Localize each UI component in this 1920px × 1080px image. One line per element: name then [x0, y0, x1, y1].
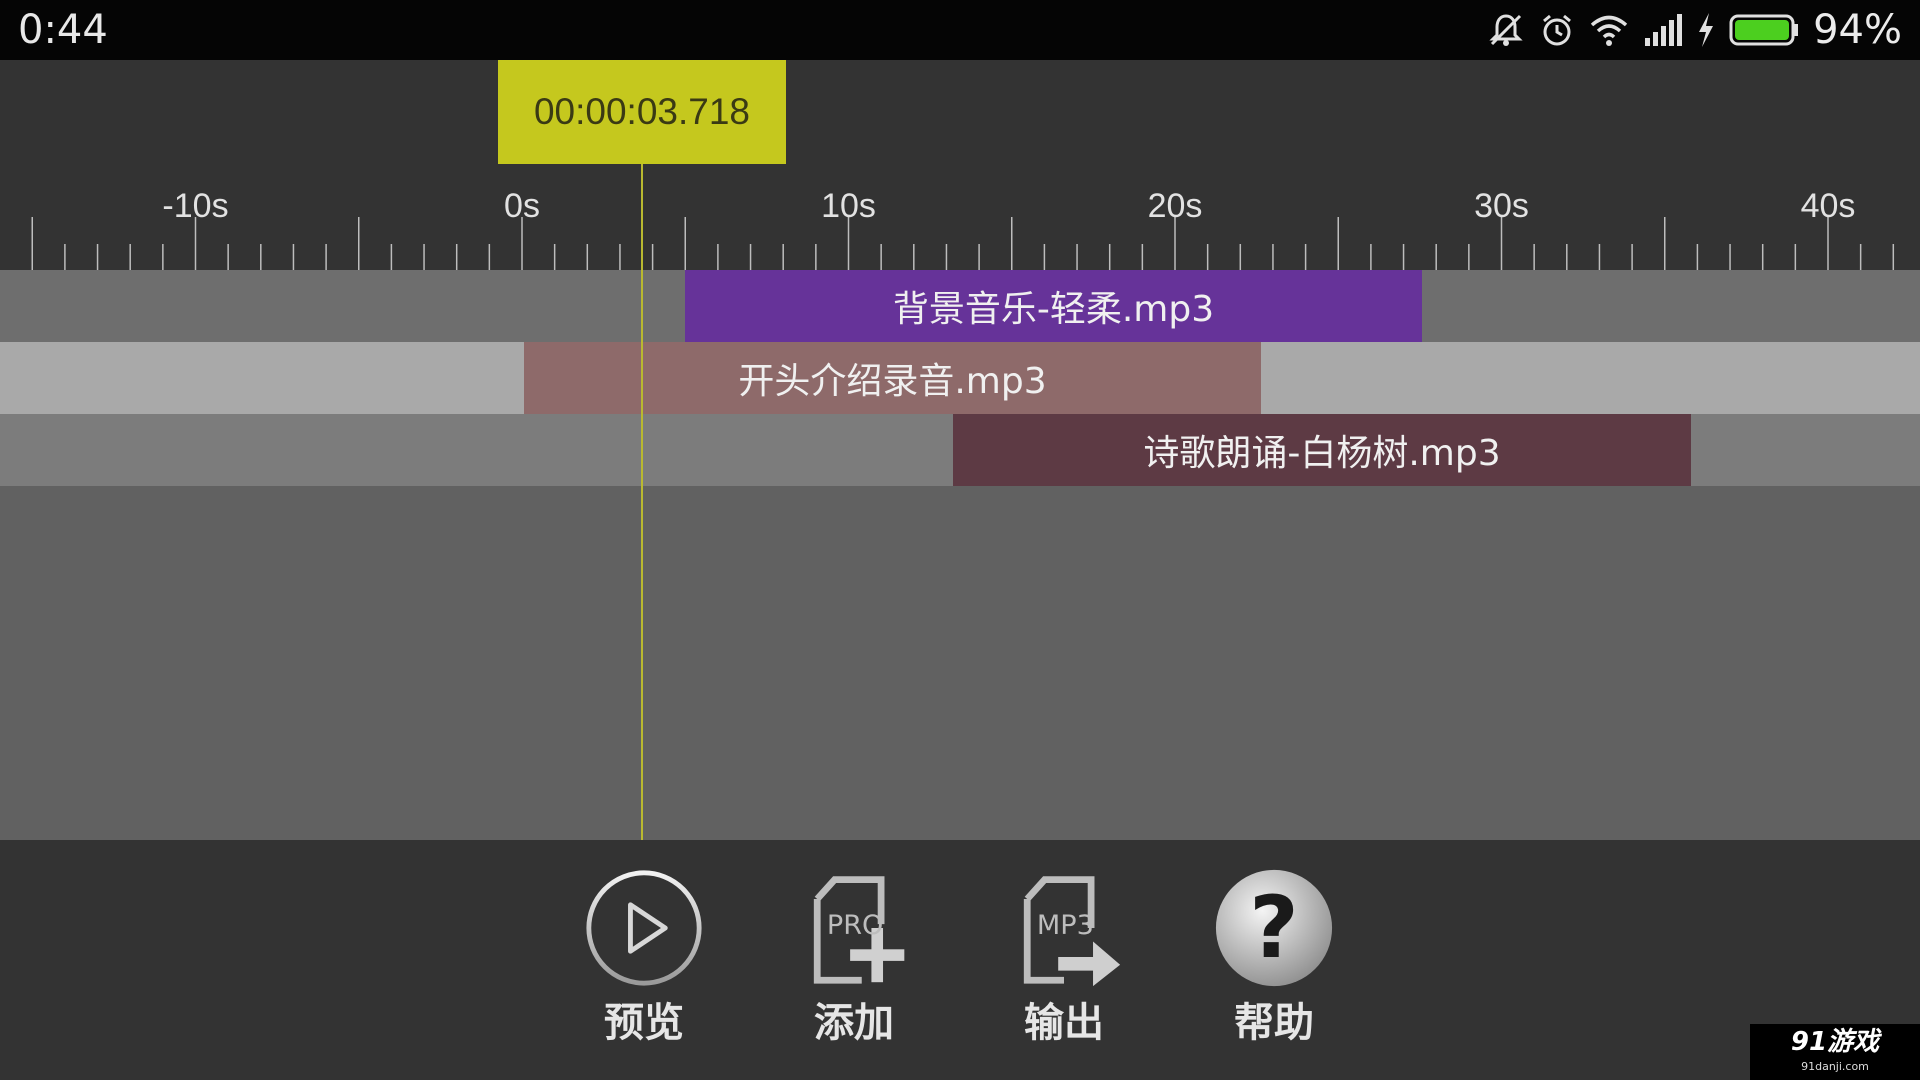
export-button[interactable]: MP3 输出: [994, 868, 1134, 1048]
ruler-label: 0s: [504, 187, 540, 225]
export-file-icon: MP3: [1023, 876, 1121, 987]
alarm-icon: [1539, 12, 1575, 48]
signal-icon: [1643, 14, 1683, 46]
battery-percent: 94%: [1813, 7, 1902, 53]
silent-icon: [1487, 11, 1525, 49]
export-icon-text: MP3: [1037, 910, 1094, 941]
preview-label: 预览: [604, 1000, 684, 1046]
audio-clip[interactable]: 开头介绍录音.mp3: [524, 342, 1261, 414]
watermark-main: 91游戏: [1790, 1027, 1880, 1057]
bottom-toolbar: 预览 PRO 添加 MP3 输出 ? 帮助 91游戏 91danji.com: [0, 840, 1920, 1080]
status-time: 0:44: [18, 7, 108, 53]
track-lane-2[interactable]: 开头介绍录音.mp3: [0, 342, 1920, 414]
help-icon: ?: [1215, 869, 1333, 987]
add-button[interactable]: PRO 添加: [784, 868, 924, 1048]
add-file-icon: PRO: [813, 876, 905, 984]
add-icon-text: PRO: [827, 910, 883, 941]
play-icon: [586, 870, 702, 986]
watermark-sub: 91danji.com: [1801, 1060, 1869, 1073]
svg-text:?: ?: [1249, 879, 1298, 978]
export-label: 输出: [1024, 1000, 1104, 1046]
watermark-logo: 91游戏 91danji.com: [1750, 1024, 1920, 1080]
audio-clip[interactable]: 背景音乐-轻柔.mp3: [685, 270, 1422, 342]
track-lane-3[interactable]: 诗歌朗诵-白杨树.mp3: [0, 414, 1920, 486]
help-label: 帮助: [1234, 1000, 1314, 1046]
charging-icon: [1697, 13, 1715, 47]
status-icons: 94%: [1487, 8, 1902, 52]
ruler-label: 30s: [1474, 187, 1529, 225]
ruler-label: 20s: [1148, 187, 1203, 225]
audio-clip[interactable]: 诗歌朗诵-白杨树.mp3: [953, 414, 1691, 486]
tracks-area[interactable]: 背景音乐-轻柔.mp3 开头介绍录音.mp3 诗歌朗诵-白杨树.mp3: [0, 270, 1920, 840]
ruler-label: -10s: [162, 187, 228, 225]
battery-icon: [1729, 13, 1799, 47]
ruler-label: 10s: [821, 187, 876, 225]
preview-button[interactable]: 预览: [574, 868, 714, 1048]
playhead-line[interactable]: [641, 164, 643, 840]
add-label: 添加: [814, 1000, 894, 1046]
status-bar: 0:44 94%: [0, 0, 1920, 60]
timeline-ruler[interactable]: -10s 0s 10s 20s 30s 40s: [0, 60, 1920, 270]
help-button[interactable]: ? 帮助: [1204, 868, 1344, 1048]
ruler-label: 40s: [1801, 187, 1856, 225]
track-lane-1[interactable]: 背景音乐-轻柔.mp3: [0, 270, 1920, 342]
wifi-icon: [1589, 12, 1629, 48]
